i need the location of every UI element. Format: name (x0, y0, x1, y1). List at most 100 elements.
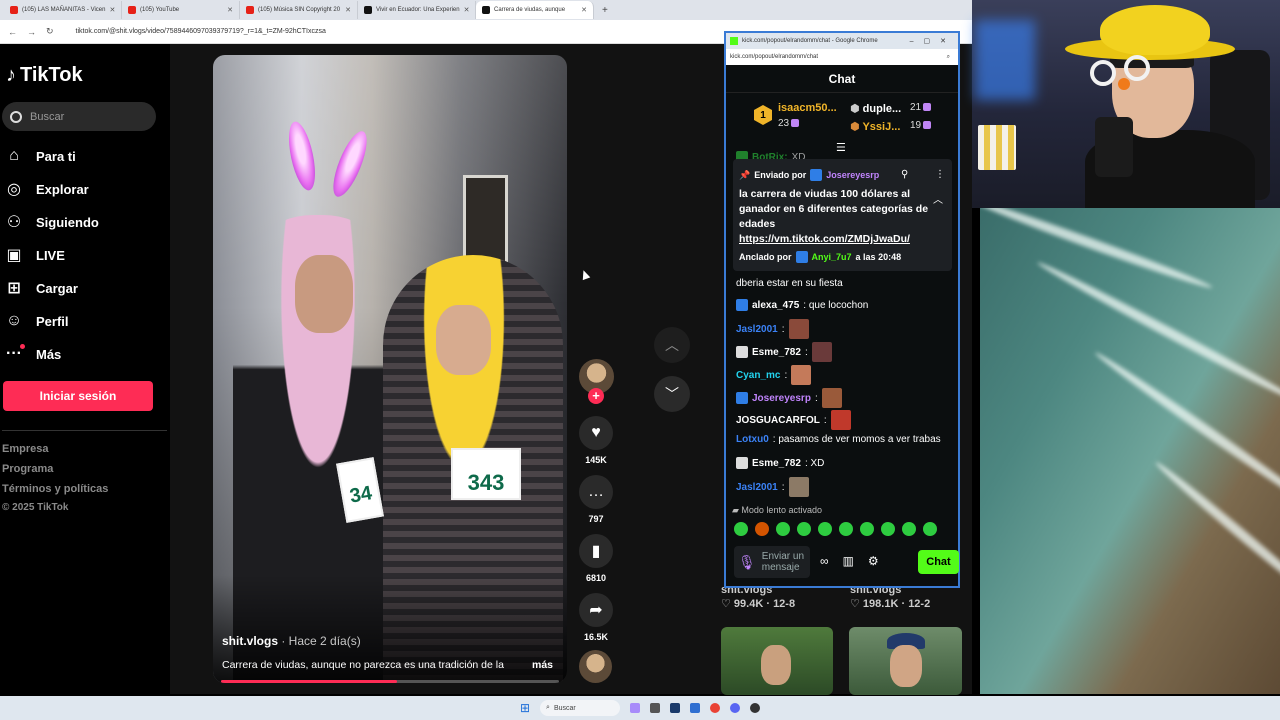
emote-button[interactable] (902, 522, 916, 536)
footer-link-terminos[interactable]: Términos y políticas (2, 483, 108, 495)
gift-icon (923, 103, 932, 112)
music-disc-avatar[interactable] (579, 650, 612, 683)
chat-user[interactable]: Esme_782 (752, 458, 801, 469)
browser-tab[interactable]: (105) LAS MAÑANITAS - Vicen ✕ (4, 1, 122, 19)
browser-tab[interactable]: Vivir en Ecuador: Una Experien ✕ (358, 1, 476, 19)
close-tab-icon[interactable]: ✕ (464, 6, 470, 14)
emote-button[interactable] (755, 522, 769, 536)
chat-user[interactable]: Josereyesrp (752, 393, 811, 404)
leaderboard-toggle-icon[interactable]: ☰ (836, 141, 846, 154)
task-view-icon[interactable] (630, 703, 641, 713)
footer-link-empresa[interactable]: Empresa (2, 443, 48, 455)
photoshop-icon[interactable] (670, 703, 681, 713)
leader-name[interactable]: isaacm50... (778, 102, 837, 114)
zoom-icon[interactable]: ⌕ (947, 54, 958, 61)
windows-start-icon[interactable]: ⊞ (520, 701, 530, 715)
discord-icon[interactable] (730, 703, 741, 713)
chat-user[interactable]: Cyan_mc (736, 370, 780, 381)
browser-tab-active[interactable]: Carrera de viudas, aunque ✕ (476, 1, 594, 19)
reload-icon[interactable]: ↻ (46, 26, 54, 37)
emote-button[interactable] (881, 522, 895, 536)
chat-user[interactable]: alexa_475 (752, 300, 799, 311)
more-link[interactable]: más (532, 659, 553, 671)
video-author[interactable]: shit.vlogs · Hace 2 día(s) (222, 634, 361, 648)
chat-user[interactable]: Esme_782 (752, 347, 801, 358)
share-action[interactable]: ➦ 16.5K (578, 593, 614, 642)
chat-user[interactable]: Jasl2001 (736, 482, 778, 493)
emote-button[interactable] (818, 522, 832, 536)
leader-count-row: 23 (778, 118, 800, 129)
explorer-icon[interactable] (690, 703, 701, 713)
close-tab-icon[interactable]: ✕ (581, 6, 587, 14)
send-chat-button[interactable]: Chat (918, 550, 959, 574)
next-video-button[interactable]: ﹀ (654, 376, 690, 412)
share-icon[interactable]: ➦ (579, 593, 613, 627)
save-action[interactable]: ▮ 6810 (578, 534, 614, 583)
heart-icon[interactable]: ♥ (579, 416, 613, 450)
nav-item-mas[interactable]: ··· Más (4, 340, 61, 368)
window-controls[interactable]: –▢✕ (910, 37, 958, 45)
leaderboard-second[interactable]: ⬢ duple... (850, 102, 901, 115)
kebab-menu-icon[interactable]: ⋮ (935, 169, 945, 180)
emote-button[interactable] (923, 522, 937, 536)
store-icon[interactable]: ▥ (843, 554, 854, 568)
search-input[interactable]: Buscar (2, 102, 156, 131)
nav-item-siguiendo[interactable]: ⚇ Siguiendo (4, 208, 99, 236)
chrome-icon[interactable] (710, 703, 721, 713)
emote-button[interactable] (839, 522, 853, 536)
nav-item-explorar[interactable]: ◎ Explorar (4, 175, 89, 203)
bookmark-icon[interactable]: ▮ (579, 534, 613, 568)
unpin-icon[interactable]: ⚲ (901, 169, 908, 180)
leaderboard-first[interactable]: 1 (754, 105, 772, 125)
popup-url[interactable]: kick.com/popout/elrandomm/chat (730, 54, 818, 60)
profile-icon: ☺ (5, 312, 23, 329)
taskbar-search[interactable]: ⌕ Buscar (540, 700, 621, 716)
obs-icon[interactable] (750, 703, 761, 713)
close-tab-icon[interactable]: ✕ (227, 6, 233, 14)
leaderboard-third[interactable]: ⬢ YssiJ... (850, 120, 900, 133)
new-tab-button[interactable]: + (602, 5, 608, 16)
follow-plus-icon[interactable]: + (588, 388, 604, 404)
tiktok-logo[interactable]: ♪ TikTok (6, 64, 83, 87)
chat-user[interactable]: Lotxu0 (736, 434, 769, 445)
related-thumbnail[interactable] (721, 627, 833, 695)
widgets-icon[interactable] (650, 703, 661, 713)
video-player[interactable]: 34 343 shit.vlogs · Hace 2 día(s) Carrer… (213, 55, 567, 683)
previous-video-button[interactable]: ︿ (654, 327, 690, 363)
settings-gear-icon[interactable]: ⚙ (868, 554, 879, 568)
emote-button[interactable] (860, 522, 874, 536)
collapse-icon[interactable]: ︿ (933, 191, 943, 206)
login-button[interactable]: Iniciar sesión (3, 381, 153, 411)
browser-tab[interactable]: (105) YouTube ✕ (122, 1, 240, 19)
pinned-link[interactable]: https://vm.tiktok.com/ZMDjJwaDu/ (739, 233, 910, 245)
back-icon[interactable]: ← (8, 27, 17, 37)
chat-input[interactable]: 🎙 Enviar un mensaje (734, 546, 810, 578)
chat-user[interactable]: Jasl2001 (736, 324, 778, 335)
close-tab-icon[interactable]: ✕ (345, 6, 351, 14)
leader-count: 21 (910, 102, 922, 113)
footer-link-programa[interactable]: Programa (2, 463, 53, 475)
close-tab-icon[interactable]: ✕ (109, 6, 115, 14)
related-thumbnail[interactable] (849, 627, 962, 695)
browser-tab[interactable]: (105) Música SIN Copyright 20 ✕ (240, 1, 358, 19)
chat-text: : (781, 323, 785, 335)
pinned-sender[interactable]: Josereyesrp (826, 170, 879, 180)
comment-action[interactable]: … 797 (578, 475, 614, 524)
nav-item-perfil[interactable]: ☺ Perfil (4, 307, 69, 335)
video-progress-bar[interactable] (221, 680, 559, 683)
infinity-icon[interactable]: ∞ (820, 554, 829, 568)
forward-icon[interactable]: → (27, 27, 36, 37)
emote-button[interactable] (734, 522, 748, 536)
chat-user[interactable]: JOSGUACARFOL (736, 415, 820, 426)
pinner-name[interactable]: Anyi_7u7 (812, 252, 852, 262)
mic-icon[interactable]: 🎙 (738, 555, 756, 569)
url-text[interactable]: tiktok.com/@shit.vlogs/video/75894460970… (76, 28, 326, 35)
nav-item-live[interactable]: ▣ LIVE (4, 241, 64, 269)
comment-icon[interactable]: … (579, 475, 613, 509)
emote-button[interactable] (776, 522, 790, 536)
like-action[interactable]: ♥ 145K (578, 416, 614, 465)
nav-item-para-ti[interactable]: ⌂ Para ti (4, 142, 76, 170)
nav-item-cargar[interactable]: ⊞ Cargar (4, 274, 78, 302)
emote-button[interactable] (797, 522, 811, 536)
author-name[interactable]: shit.vlogs (222, 634, 278, 648)
